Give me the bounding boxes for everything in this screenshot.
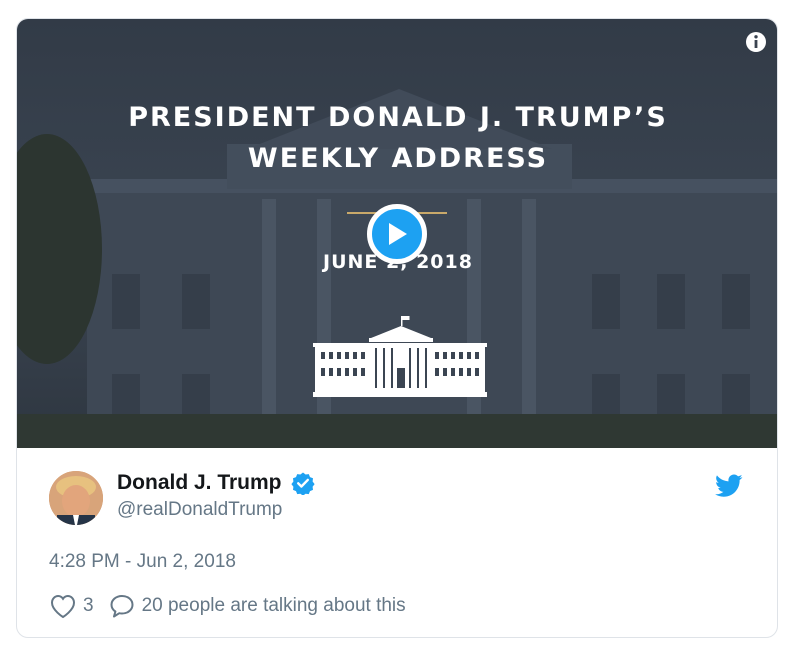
author-display-name[interactable]: Donald J. Trump bbox=[117, 471, 282, 495]
like-button[interactable]: 3 bbox=[49, 593, 94, 619]
comment-icon bbox=[110, 595, 134, 618]
author-block bbox=[49, 470, 103, 526]
info-icon[interactable] bbox=[745, 31, 767, 53]
avatar-image bbox=[49, 471, 103, 525]
talking-link[interactable]: 20 people are talking about this bbox=[108, 593, 406, 619]
play-button[interactable] bbox=[367, 204, 427, 264]
author-handle[interactable]: @realDonaldTrump bbox=[117, 499, 315, 521]
tweet-actions: 3 20 people are talking about this bbox=[49, 593, 406, 619]
tweet-timestamp[interactable]: 4:28 PM - Jun 2, 2018 bbox=[49, 551, 236, 573]
talking-text: 20 people are talking about this bbox=[141, 595, 406, 616]
video-thumbnail[interactable]: PRESIDENT DONALD J. TRUMP’S WEEKLY ADDRE… bbox=[17, 19, 777, 448]
author-names: Donald J. Trump @realDonaldTrump bbox=[117, 471, 315, 521]
video-headline-line2: WEEKLY ADDRESS bbox=[247, 143, 549, 174]
verified-badge-icon bbox=[291, 472, 315, 495]
tweet-card[interactable]: PRESIDENT DONALD J. TRUMP’S WEEKLY ADDRE… bbox=[16, 18, 778, 638]
white-house-logo-icon bbox=[313, 316, 487, 397]
heart-icon bbox=[50, 594, 76, 619]
play-icon bbox=[389, 223, 407, 245]
like-count: 3 bbox=[83, 595, 94, 616]
avatar[interactable] bbox=[49, 471, 103, 525]
twitter-bird-icon[interactable] bbox=[715, 474, 743, 498]
video-headline-line1: PRESIDENT DONALD J. TRUMP’S bbox=[128, 102, 668, 133]
